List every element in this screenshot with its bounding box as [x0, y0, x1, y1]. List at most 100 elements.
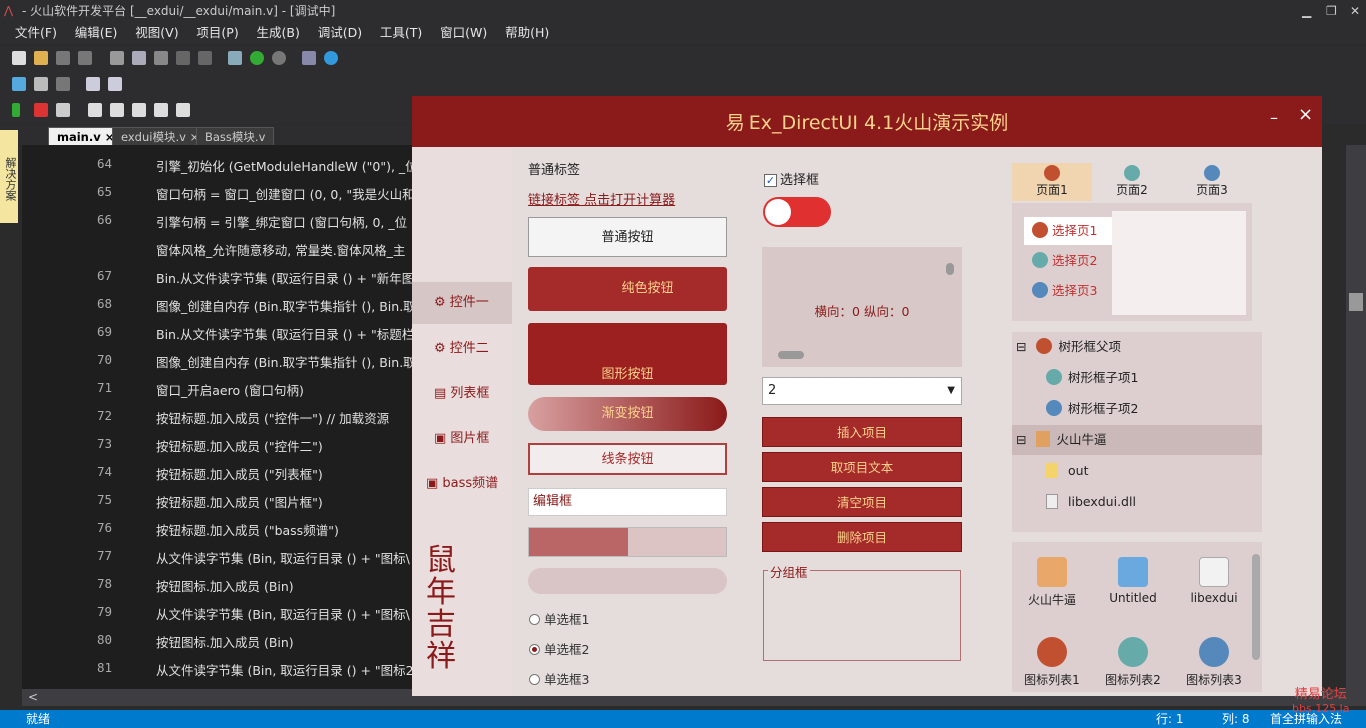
code-line[interactable]: 按钮图标.加入成员 (Bin)	[156, 576, 426, 595]
icon-item-list1[interactable]: 图标列表1	[1017, 637, 1087, 688]
get-item-text-button[interactable]: 取项目文本	[762, 452, 962, 482]
scroll-left-icon[interactable]: <	[28, 690, 38, 704]
cut-icon[interactable]	[110, 51, 124, 65]
clear-items-button[interactable]: 清空项目	[762, 487, 962, 517]
code-line[interactable]: Bin.从文件读字节集 (取运行目录 () + "标题栏	[156, 324, 426, 343]
code-line[interactable]: 按钮标题.加入成员 ("bass频谱")	[156, 520, 426, 539]
demo-titlebar[interactable]: 易 Ex_DirectUI 4.1火山演示实例 – ×	[412, 96, 1322, 147]
collapse-icon[interactable]: ⊟	[1016, 432, 1026, 447]
code-line[interactable]: 按钮标题.加入成员 ("控件一") // 加载资源	[156, 408, 426, 427]
step-into-icon[interactable]	[110, 103, 124, 117]
icon-item-untitled[interactable]: Untitled	[1098, 557, 1168, 605]
run-to-icon[interactable]	[176, 103, 190, 117]
code-line[interactable]: 窗口句柄 = 窗口_创建窗口 (0, 0, "我是火山和	[156, 184, 426, 203]
demo-minimize-icon[interactable]: –	[1270, 108, 1278, 127]
undo-icon[interactable]	[176, 51, 190, 65]
code-line[interactable]: 窗口_开启aero (窗口句柄)	[156, 380, 426, 399]
tree-item-child2[interactable]: 树形框子项2	[1012, 394, 1262, 424]
chevron-down-icon[interactable]: ▼	[947, 378, 955, 404]
demo-close-icon[interactable]: ×	[1298, 104, 1313, 125]
close-icon[interactable]: ✕	[1350, 0, 1360, 22]
save-all-icon[interactable]	[78, 51, 92, 65]
tree-item-child1[interactable]: 树形框子项1	[1012, 363, 1262, 393]
image-button[interactable]: 图形按钮	[528, 323, 727, 385]
tree-item-parent[interactable]: ⊟ 树形框父项	[1012, 332, 1262, 362]
vertical-scrollbar[interactable]	[1346, 145, 1366, 689]
menu-build[interactable]: 生成(B)	[250, 22, 307, 44]
page-tab-2[interactable]: 页面2	[1092, 165, 1172, 198]
page-tab-1[interactable]: 页面1	[1012, 165, 1092, 198]
code-line[interactable]: Bin.从文件读字节集 (取运行目录 () + "新年图	[156, 268, 426, 287]
select-page-2[interactable]: 选择页2	[1032, 251, 1097, 271]
break-icon[interactable]	[56, 103, 70, 117]
code-line[interactable]: 从文件读字节集 (Bin, 取运行目录 () + "图标2	[156, 660, 426, 679]
code-line[interactable]: 图像_创建自内存 (Bin.取字节集指针 (), Bin.取	[156, 352, 426, 371]
page-tab-3[interactable]: 页面3	[1172, 165, 1252, 198]
paste-icon[interactable]	[154, 51, 168, 65]
scroll-thumb[interactable]	[1349, 293, 1363, 311]
v-scroll-thumb[interactable]	[946, 263, 954, 275]
radio-3[interactable]: 单选框3	[529, 669, 589, 688]
icon-item-list2[interactable]: 图标列表2	[1098, 637, 1168, 688]
save-icon[interactable]	[56, 51, 70, 65]
menu-view[interactable]: 视图(V)	[128, 22, 185, 44]
select-page-3[interactable]: 选择页3	[1032, 281, 1097, 301]
open-folder-icon[interactable]	[34, 51, 48, 65]
insert-item-button[interactable]: 插入项目	[762, 417, 962, 447]
tab-bass[interactable]: Bass模块.v	[196, 127, 275, 145]
nav-item-listbox[interactable]: ▤ 列表框	[412, 373, 512, 415]
menu-edit[interactable]: 编辑(E)	[68, 22, 125, 44]
h-scroll-thumb[interactable]	[778, 351, 804, 359]
link-label[interactable]: 链接标签 点击打开计算器	[528, 189, 675, 208]
delete-item-button[interactable]: 删除项目	[762, 522, 962, 552]
clean-icon[interactable]	[56, 77, 70, 91]
tree-item-volcano[interactable]: ⊟ 火山牛逼	[1012, 425, 1262, 455]
code-line[interactable]: 按钮图标.加入成员 (Bin)	[156, 632, 426, 651]
combo-box[interactable]: 2 ▼	[762, 377, 962, 405]
icon-item-libexdui[interactable]: libexdui	[1179, 557, 1249, 605]
icon-item-volcano[interactable]: 火山牛逼	[1017, 557, 1087, 608]
hand-icon[interactable]	[88, 103, 102, 117]
back-icon[interactable]	[250, 51, 264, 65]
code-line[interactable]: 从文件读字节集 (Bin, 取运行目录 () + "图标\	[156, 548, 426, 567]
step-over-icon[interactable]	[132, 103, 146, 117]
book-icon[interactable]	[302, 51, 316, 65]
nav-item-control2[interactable]: ⚙ 控件二	[412, 328, 512, 370]
checkbox[interactable]: ✓ 选择框	[764, 169, 819, 188]
tab-exdui[interactable]: exdui模块.v ×	[112, 127, 209, 145]
code-line[interactable]: 从文件读字节集 (Bin, 取运行目录 () + "图标\	[156, 604, 426, 623]
menu-tools[interactable]: 工具(T)	[373, 22, 429, 44]
solution-panel-tab[interactable]: 解决方案	[0, 130, 18, 223]
code-line[interactable]: 图像_创建自内存 (Bin.取字节集指针 (), Bin.取	[156, 296, 426, 315]
tree-item-dll[interactable]: libexdui.dll	[1012, 487, 1262, 517]
stop-icon[interactable]	[34, 103, 48, 117]
solid-button[interactable]: 纯色按钮	[528, 267, 727, 311]
code-line[interactable]: 引擎句柄 = 引擎_绑定窗口 (窗口句柄, 0, _位	[156, 212, 426, 231]
menu-window[interactable]: 窗口(W)	[433, 22, 494, 44]
code-line[interactable]: 按钮标题.加入成员 ("控件二")	[156, 436, 426, 455]
redo-icon[interactable]	[198, 51, 212, 65]
code-line[interactable]: 按钮标题.加入成员 ("列表框")	[156, 464, 426, 483]
forward-icon[interactable]	[272, 51, 286, 65]
icon-item-list3[interactable]: 图标列表3	[1179, 637, 1249, 688]
preview-icon[interactable]	[108, 77, 122, 91]
plain-button[interactable]: 普通按钮	[528, 217, 727, 257]
minimize-icon[interactable]: ▁	[1302, 0, 1311, 22]
code-line[interactable]: 引擎_初始化 (GetModuleHandleW ("0"), _位	[156, 156, 426, 175]
edit-box[interactable]: 编辑框	[528, 488, 727, 516]
line-button[interactable]: 线条按钮	[528, 443, 727, 475]
nav-item-control1[interactable]: ⚙ 控件一	[412, 282, 512, 324]
doc-icon[interactable]	[86, 77, 100, 91]
find-icon[interactable]	[228, 51, 242, 65]
code-line[interactable]: 窗体风格_允许随意移动, 常量类.窗体风格_主	[156, 240, 426, 259]
nav-item-bass[interactable]: ▣ bass频谱	[412, 463, 512, 505]
menu-debug[interactable]: 调试(D)	[311, 22, 369, 44]
scroll-box[interactable]: 横向：0 纵向：0	[762, 247, 962, 367]
chart-icon[interactable]	[12, 77, 26, 91]
radio-2[interactable]: 单选框2	[529, 639, 589, 658]
step-out-icon[interactable]	[154, 103, 168, 117]
restore-icon[interactable]: ❐	[1326, 0, 1337, 22]
select-page-1[interactable]: 选择页1	[1024, 217, 1112, 245]
menu-help[interactable]: 帮助(H)	[498, 22, 556, 44]
help-icon[interactable]	[324, 51, 338, 65]
